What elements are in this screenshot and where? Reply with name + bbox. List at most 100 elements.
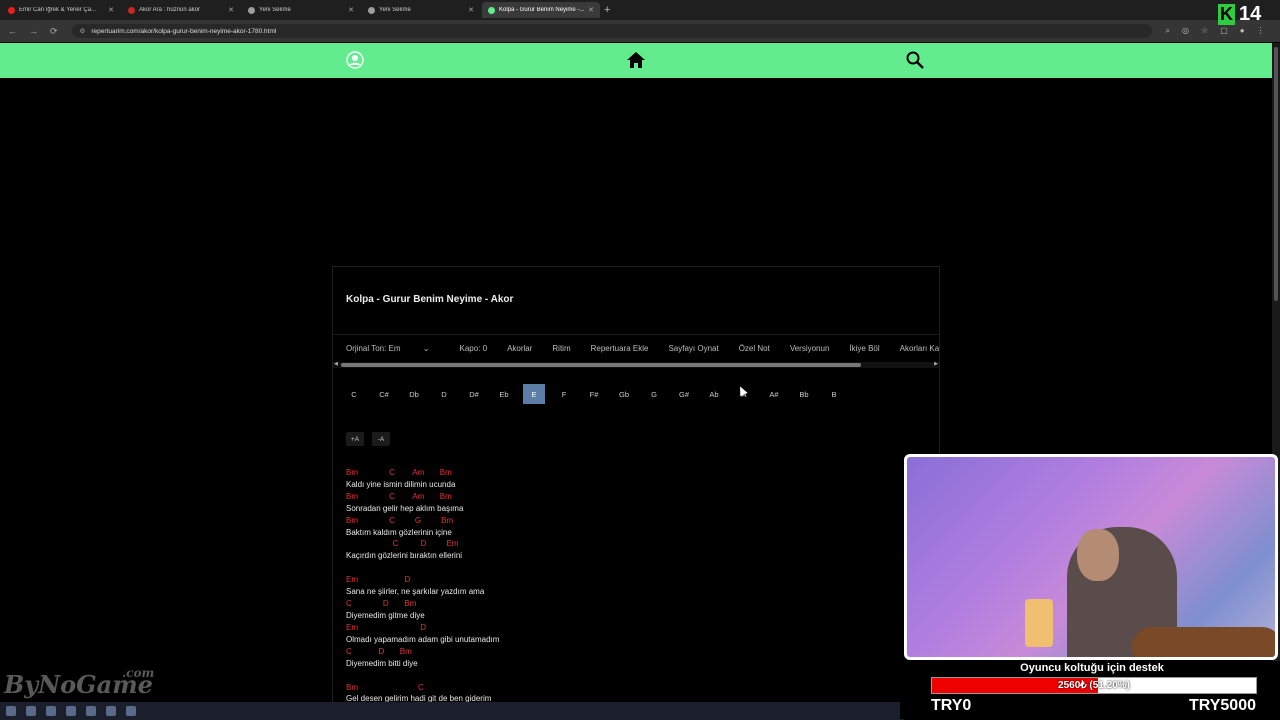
donation-min: TRY0 <box>931 697 972 714</box>
toolbar-item[interactable]: Versiyonun <box>790 344 830 353</box>
transpose-keys: C C# Db D D# Eb E F F# Gb G G# Ab A A# Bb B <box>339 384 849 404</box>
reload-icon[interactable]: ⟳ <box>50 26 58 37</box>
key-button[interactable]: Gb <box>609 384 639 404</box>
close-icon[interactable]: ✕ <box>468 6 474 14</box>
menu-icon[interactable]: ⋮ <box>1257 26 1265 36</box>
toolbar-item[interactable]: Akorlar <box>507 344 532 353</box>
toolbar-scrollbar[interactable]: ◀ ▶ <box>333 361 939 368</box>
watermark-logo: ByNoGame .com <box>4 666 155 699</box>
lyric-line: Sana ne şiirler, ne şarkılar yazdım ama <box>346 587 485 597</box>
taskbar-app-icon[interactable] <box>106 706 116 716</box>
browser-tab[interactable]: Akor Ara : hüznün akor ✕ <box>122 2 240 18</box>
scroll-right-icon[interactable]: ▶ <box>934 361 938 367</box>
original-key-dropdown[interactable]: Orjinal Ton: Em ⌄ <box>346 344 449 353</box>
tab-title: Yeni Sekme <box>259 7 291 13</box>
chord-line[interactable]: C D Bm <box>346 598 499 610</box>
stanza-gap <box>346 562 499 574</box>
key-button[interactable]: G# <box>669 384 699 404</box>
tab-favicon-icon <box>488 6 495 14</box>
chord-line[interactable]: Bm C Am Bm <box>346 491 499 503</box>
toolbar-item[interactable]: İkiye Böl <box>849 344 879 353</box>
key-button[interactable]: D <box>429 384 459 404</box>
browser-tab[interactable]: Yeni Sekme ✕ <box>362 2 480 18</box>
taskbar-app-icon[interactable] <box>66 706 76 716</box>
key-button[interactable]: E <box>523 384 545 404</box>
donation-title: Oyuncu koltuğu için destek <box>1020 662 1164 674</box>
forward-icon[interactable]: → <box>29 26 38 37</box>
site-info-icon[interactable]: ⚙ <box>80 27 86 35</box>
tab-title: Emir Can İğrek & Yener Ça... <box>19 7 97 13</box>
address-bar: ← → ⟳ ⚙ repertuarim.com/akor/kolpa-gurur… <box>0 20 1280 42</box>
song-title: Kolpa - Gurur Benim Neyime - Akor <box>346 294 514 305</box>
bookmark-star-icon[interactable]: ☆ <box>1201 26 1208 36</box>
toolbar-item[interactable]: Sayfayı Oynat <box>668 344 718 353</box>
taskbar-search-icon[interactable] <box>26 706 36 716</box>
key-button[interactable]: D# <box>459 384 489 404</box>
toolbar-item[interactable]: Özel Not <box>739 344 770 353</box>
key-button[interactable]: Db <box>399 384 429 404</box>
close-icon[interactable]: ✕ <box>588 6 594 14</box>
toolbar-item[interactable]: Repertuara Ekle <box>591 344 649 353</box>
key-button[interactable]: A# <box>759 384 789 404</box>
eye-off-icon[interactable]: ◎ <box>1182 26 1189 36</box>
browser-tab[interactable]: Kolpa - Gurur Benim Neyime -... ✕ <box>482 2 600 18</box>
capo-value[interactable]: Kapo: 0 <box>459 344 487 353</box>
close-icon[interactable]: ✕ <box>108 6 114 14</box>
scrollbar-thumb[interactable] <box>1274 47 1278 301</box>
stanza-gap <box>346 670 499 682</box>
key-button[interactable]: Bb <box>789 384 819 404</box>
chord-line[interactable]: Em D <box>346 622 499 634</box>
start-icon[interactable] <box>6 706 16 716</box>
user-icon[interactable] <box>346 51 364 74</box>
font-increase-button[interactable]: +A <box>346 432 364 446</box>
key-button[interactable]: B <box>819 384 849 404</box>
home-icon[interactable] <box>626 51 646 74</box>
key-button[interactable]: C# <box>369 384 399 404</box>
tab-favicon-icon <box>368 6 375 14</box>
taskbar-app-icon[interactable] <box>86 706 96 716</box>
chord-line[interactable]: Bm C G Bm <box>346 515 499 527</box>
close-icon[interactable]: ✕ <box>348 6 354 14</box>
key-button[interactable]: F <box>549 384 579 404</box>
toolbar-item[interactable]: Akorları Kapat <box>900 344 939 353</box>
back-icon[interactable]: ← <box>8 26 17 37</box>
taskbar-app-icon[interactable] <box>126 706 136 716</box>
microphone-lamp <box>1025 599 1053 647</box>
taskbar-app-icon[interactable] <box>46 706 56 716</box>
toolbar-scrollbar-thumb[interactable] <box>341 363 861 367</box>
extensions-icon[interactable]: ▢ <box>1220 26 1228 36</box>
new-tab-button[interactable]: + <box>604 4 610 16</box>
lyric-line: Diyemedim bitti diye <box>346 658 418 668</box>
donation-progress-text: 2560₺ (51.20%) <box>1058 680 1130 691</box>
tab-title: Yeni Sekme <box>379 7 411 13</box>
close-icon[interactable]: ✕ <box>228 6 234 14</box>
chord-line[interactable]: Bm C Am Bm <box>346 467 499 479</box>
key-button[interactable]: C <box>339 384 369 404</box>
scroll-left-icon[interactable]: ◀ <box>334 361 338 367</box>
chord-line[interactable]: C D Bm <box>346 646 499 658</box>
zoom-icon[interactable]: ⌕ <box>1166 26 1170 36</box>
kick-logo-icon: K <box>1218 4 1235 25</box>
font-decrease-button[interactable]: -A <box>372 432 390 446</box>
badge-number: 14 <box>1239 3 1262 25</box>
chord-line[interactable]: Bm C <box>346 682 499 694</box>
profile-icon[interactable]: ● <box>1240 26 1245 36</box>
channel-badge: K 14 <box>1218 3 1261 26</box>
browser-tab[interactable]: Yeni Sekme ✕ <box>242 2 360 18</box>
lyric-line: Olmadı yapamadım adam gibi unutamadım <box>346 634 500 644</box>
toolbar-item[interactable]: Ritim <box>552 344 570 353</box>
key-button[interactable]: F# <box>579 384 609 404</box>
chord-line[interactable]: Em D <box>346 574 499 586</box>
key-button[interactable]: Eb <box>489 384 519 404</box>
lyric-line: Kaçırdın gözlerini bıraktın ellerini <box>346 551 463 561</box>
lyric-line: Sonradan gelir hep aklım başıma <box>346 503 464 513</box>
tab-favicon-icon <box>8 6 15 14</box>
browser-tab[interactable]: Emir Can İğrek & Yener Ça... ✕ <box>2 2 120 18</box>
key-button[interactable]: G <box>639 384 669 404</box>
lyric-line: Baktım kaldım gözlerinin içine <box>346 527 452 537</box>
key-button[interactable]: Ab <box>699 384 729 404</box>
search-icon[interactable] <box>906 51 924 74</box>
url-input[interactable]: ⚙ repertuarim.com/akor/kolpa-gurur-benim… <box>71 24 1152 38</box>
song-card: Kolpa - Gurur Benim Neyime - Akor Orjina… <box>332 266 940 720</box>
chord-line[interactable]: C D Em <box>346 538 499 550</box>
